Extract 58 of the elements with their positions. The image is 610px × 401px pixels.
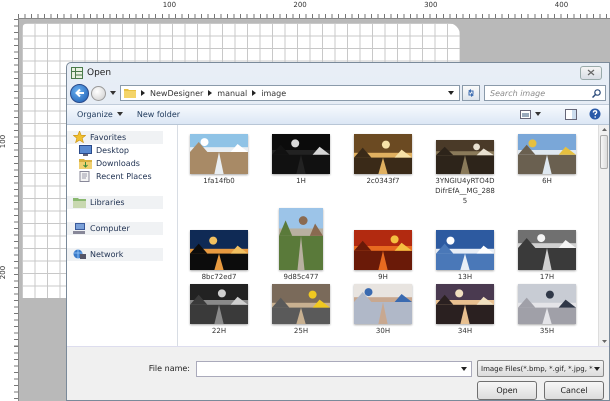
nav-item[interactable]: Recent Places — [67, 170, 177, 183]
globe-icon — [73, 248, 86, 260]
caret-icon — [594, 366, 600, 370]
scroll-thumb[interactable] — [600, 134, 608, 169]
caret-icon[interactable] — [110, 91, 116, 96]
breadcrumb[interactable]: image — [261, 88, 286, 98]
refresh-icon — [466, 88, 476, 98]
address-field[interactable]: NewDesigner manual image — [120, 85, 460, 102]
folder-icon — [73, 196, 86, 208]
new-folder-button[interactable]: New folder — [132, 110, 190, 119]
app-icon — [71, 66, 83, 79]
back-button[interactable] — [70, 84, 89, 103]
folder-icon — [124, 88, 136, 98]
nav-label: Favorites — [90, 132, 126, 142]
scroll-down-icon[interactable] — [602, 340, 606, 343]
chevron-right-icon — [252, 90, 256, 96]
nav-item[interactable]: Computer — [67, 222, 163, 235]
organize-button[interactable]: Organize — [73, 110, 133, 119]
caret-icon[interactable] — [461, 366, 467, 370]
refresh-button[interactable] — [462, 85, 480, 102]
search-field[interactable]: Search image — [484, 85, 606, 102]
preview-pane-icon[interactable] — [565, 108, 577, 120]
view-icon[interactable] — [520, 110, 531, 119]
breadcrumb[interactable]: NewDesigner — [150, 88, 204, 98]
document-icon — [79, 170, 92, 182]
star-icon — [73, 131, 86, 144]
chevron-right-icon — [208, 90, 212, 96]
nav-label: Recent Places — [96, 172, 152, 181]
chevron-right-icon — [141, 90, 145, 96]
nav-label: Libraries — [90, 198, 125, 207]
breadcrumb[interactable]: manual — [217, 88, 248, 98]
cancel-button[interactable]: Cancel — [544, 381, 604, 400]
help-icon[interactable] — [589, 108, 601, 120]
nav-label: Downloads — [96, 158, 140, 168]
file-name-label: File name: — [148, 364, 190, 373]
nav-item[interactable]: Downloads — [67, 156, 177, 170]
nav-item[interactable]: Libraries — [67, 196, 163, 209]
scroll-up-icon[interactable] — [602, 128, 606, 131]
monitor-icon — [79, 144, 92, 156]
arrow-left-icon — [74, 88, 84, 98]
open-button[interactable]: Open — [477, 381, 537, 400]
close-button[interactable] — [580, 66, 602, 80]
nav-label: Network — [90, 250, 124, 259]
nav-label: Desktop — [96, 146, 129, 155]
nav-item[interactable]: Favorites — [67, 130, 163, 144]
close-icon — [587, 69, 595, 76]
monitor-icon — [73, 222, 86, 234]
caret-icon[interactable] — [535, 112, 541, 116]
nav-item[interactable]: Network — [67, 248, 163, 261]
folder-icon — [79, 158, 92, 169]
caret-icon[interactable] — [448, 91, 454, 96]
scrollbar[interactable] — [598, 124, 609, 346]
nav-item[interactable]: Desktop — [67, 144, 177, 157]
caret-icon — [116, 112, 123, 116]
nav-label: Computer — [90, 224, 130, 233]
file-name-field[interactable] — [196, 360, 472, 376]
window-title: Open — [87, 68, 112, 78]
search-icon[interactable] — [592, 89, 601, 98]
